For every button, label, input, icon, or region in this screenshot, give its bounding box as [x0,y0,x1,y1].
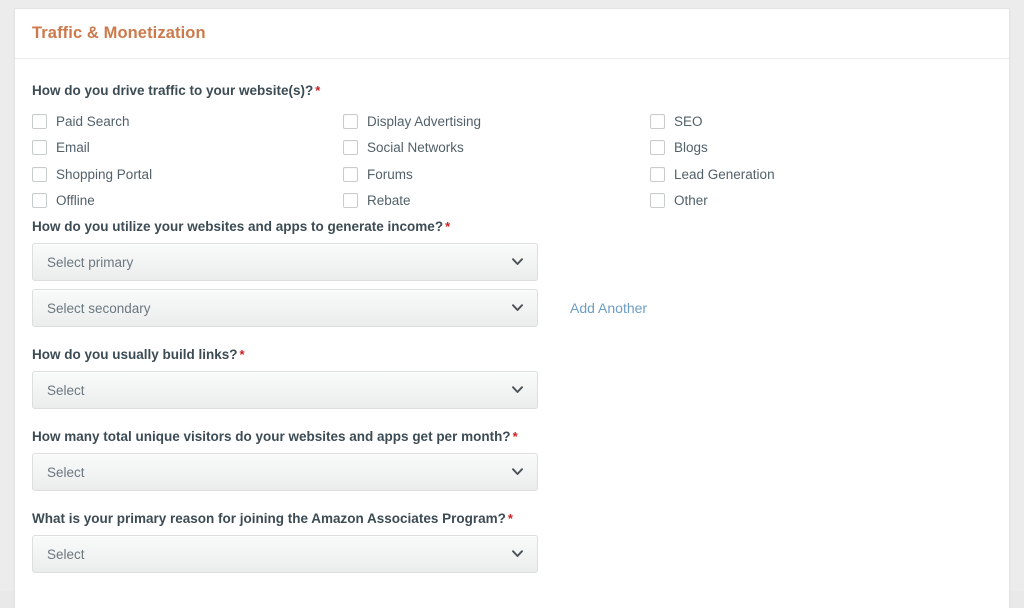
traffic-column-2: Display Advertising Social Networks Foru… [343,108,643,214]
card-body: How do you drive traffic to your website… [15,59,1009,573]
checkbox-icon[interactable] [32,140,47,156]
field-traffic: How do you drive traffic to your website… [32,83,1009,213]
field-label-joining-reason-text: What is your primary reason for joining … [32,511,506,526]
required-asterisk: * [315,83,321,98]
add-another-link[interactable]: Add Another [570,300,647,316]
checkbox-email[interactable]: Email [32,135,332,162]
checkbox-label: Lead Generation [674,166,775,182]
traffic-checkbox-grid: Paid Search Email Shopping Portal Offlin… [32,108,832,213]
field-label-build-links: How do you usually build links? * [32,347,1009,363]
select-value: Select [47,464,85,480]
checkbox-label: Blogs [674,140,708,156]
select-value: Select primary [47,254,134,270]
chevron-down-icon [512,304,523,312]
checkbox-other[interactable]: Other [650,188,950,215]
checkbox-paid-search[interactable]: Paid Search [32,108,332,135]
required-asterisk: * [507,511,513,526]
checkbox-icon[interactable] [32,193,47,209]
checkbox-label: Email [56,140,90,156]
checkbox-label: Other [674,193,708,209]
required-asterisk: * [512,429,518,444]
field-label-unique-visitors: How many total unique visitors do your w… [32,429,1009,445]
checkbox-icon[interactable] [650,193,665,209]
checkbox-icon[interactable] [32,113,47,129]
checkbox-display-advertising[interactable]: Display Advertising [343,108,643,135]
checkbox-icon[interactable] [343,166,358,182]
monetization-secondary-row: Select secondary Add Another [32,281,1009,327]
checkbox-icon[interactable] [343,140,358,156]
traffic-column-3: SEO Blogs Lead Generation Other [650,108,950,214]
checkbox-icon[interactable] [343,113,358,129]
field-monetization: How do you utilize your websites and app… [32,219,1009,327]
select-value: Select [47,382,85,398]
checkbox-icon[interactable] [650,166,665,182]
checkbox-label: Paid Search [56,113,130,129]
chevron-down-icon [512,550,523,558]
card-header: Traffic & Monetization [15,9,1009,59]
traffic-column-1: Paid Search Email Shopping Portal Offlin… [32,108,332,214]
checkbox-icon[interactable] [343,193,358,209]
field-label-monetization: How do you utilize your websites and app… [32,219,1009,235]
traffic-monetization-card: Traffic & Monetization How do you drive … [14,8,1010,608]
checkbox-forums[interactable]: Forums [343,161,643,188]
checkbox-blogs[interactable]: Blogs [650,135,950,162]
checkbox-label: Shopping Portal [56,166,153,182]
select-joining-reason[interactable]: Select [32,535,538,573]
checkbox-offline[interactable]: Offline [32,188,332,215]
page-title: Traffic & Monetization [32,24,206,42]
checkbox-label: Social Networks [367,140,464,156]
field-label-traffic: How do you drive traffic to your website… [32,83,1009,99]
checkbox-icon[interactable] [650,113,665,129]
field-joining-reason: What is your primary reason for joining … [32,511,1009,573]
select-unique-visitors[interactable]: Select [32,453,538,491]
field-label-unique-visitors-text: How many total unique visitors do your w… [32,429,511,444]
checkbox-label: Offline [56,193,95,209]
field-label-build-links-text: How do you usually build links? [32,347,238,362]
select-monetization-primary[interactable]: Select primary [32,243,538,281]
field-build-links: How do you usually build links? * Select [32,347,1009,409]
checkbox-icon[interactable] [650,140,665,156]
checkbox-rebate[interactable]: Rebate [343,188,643,215]
field-label-joining-reason: What is your primary reason for joining … [32,511,1009,527]
chevron-down-icon [512,468,523,476]
select-build-links[interactable]: Select [32,371,538,409]
page-root: Traffic & Monetization How do you drive … [0,0,1024,608]
select-value: Select [47,546,85,562]
field-label-monetization-text: How do you utilize your websites and app… [32,219,444,234]
checkbox-shopping-portal[interactable]: Shopping Portal [32,161,332,188]
checkbox-social-networks[interactable]: Social Networks [343,135,643,162]
select-value: Select secondary [47,300,151,316]
chevron-down-icon [512,258,523,266]
required-asterisk: * [445,219,451,234]
chevron-down-icon [512,386,523,394]
select-monetization-secondary[interactable]: Select secondary [32,289,538,327]
checkbox-label: Display Advertising [367,113,482,129]
checkbox-label: Forums [367,166,413,182]
field-unique-visitors: How many total unique visitors do your w… [32,429,1009,491]
required-asterisk: * [239,347,245,362]
field-label-traffic-text: How do you drive traffic to your website… [32,83,314,98]
checkbox-seo[interactable]: SEO [650,108,950,135]
checkbox-icon[interactable] [32,166,47,182]
checkbox-label: Rebate [367,193,411,209]
checkbox-lead-generation[interactable]: Lead Generation [650,161,950,188]
checkbox-label: SEO [674,113,703,129]
